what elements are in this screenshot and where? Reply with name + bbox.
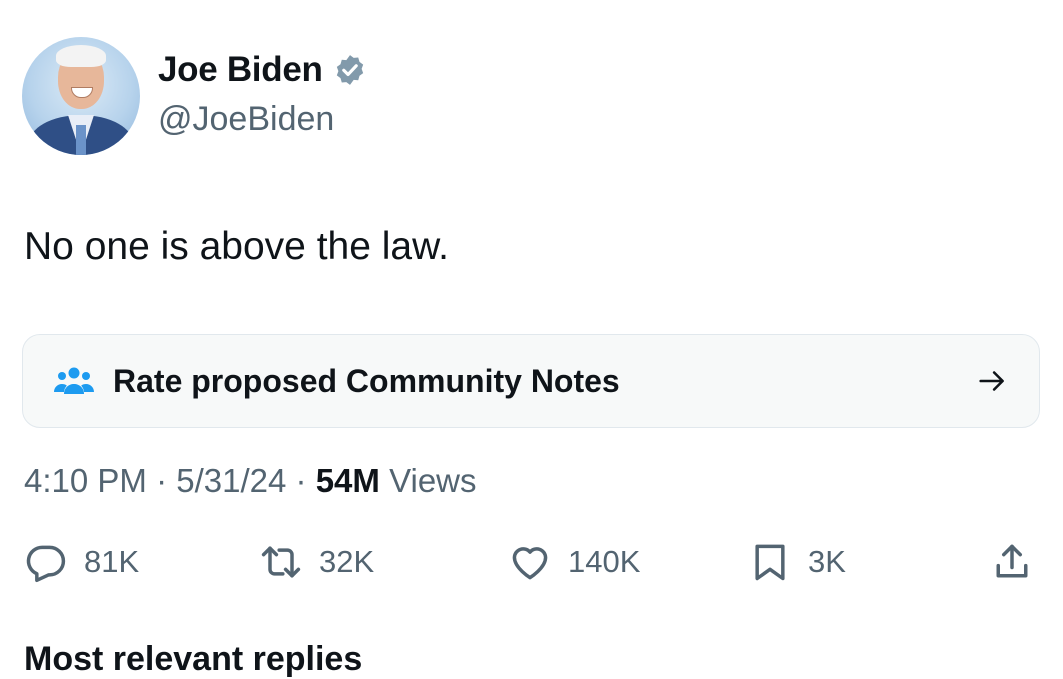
arrow-right-icon (979, 371, 1004, 391)
community-notes-card[interactable]: Rate proposed Community Notes (22, 334, 1040, 428)
retweet-button[interactable]: 32K (259, 540, 374, 584)
share-button[interactable] (990, 540, 1034, 584)
bookmark-count: 3K (808, 544, 846, 579)
reply-count: 81K (84, 544, 140, 579)
retweet-icon (261, 546, 301, 578)
verified-badge-icon (336, 55, 363, 85)
author-display-name[interactable]: Joe Biden (158, 50, 323, 90)
avatar-hair (56, 45, 106, 67)
tweet-time[interactable]: 4:10 PM (24, 462, 147, 499)
meta-separator: · (156, 462, 168, 499)
views-count: 54M (315, 462, 380, 499)
tweet-actions-bar: 81K 32K 140K 3K (0, 540, 1063, 600)
retweet-count: 32K (319, 544, 375, 579)
views-label: Views (389, 462, 477, 499)
reply-icon (26, 545, 66, 583)
bookmark-icon (755, 544, 785, 581)
tweet-date[interactable]: 5/31/24 (176, 462, 286, 499)
author-name-row[interactable]: Joe Biden (158, 50, 367, 90)
author-handle[interactable]: @JoeBiden (158, 100, 334, 139)
community-notes-label: Rate proposed Community Notes (113, 362, 620, 399)
heart-icon (512, 547, 548, 580)
tweet-text: No one is above the law. (24, 225, 449, 268)
bookmark-button[interactable]: 3K (748, 540, 846, 584)
meta-separator: · (295, 462, 307, 499)
reply-button[interactable]: 81K (24, 540, 139, 584)
author-avatar[interactable] (22, 37, 140, 155)
like-button[interactable]: 140K (508, 540, 640, 584)
tweet-meta: 4:10 PM · 5/31/24 · 54M Views (24, 462, 477, 500)
share-icon (996, 544, 1028, 578)
like-count: 140K (568, 544, 641, 579)
people-group-icon (54, 367, 94, 394)
avatar-tie (76, 125, 86, 155)
